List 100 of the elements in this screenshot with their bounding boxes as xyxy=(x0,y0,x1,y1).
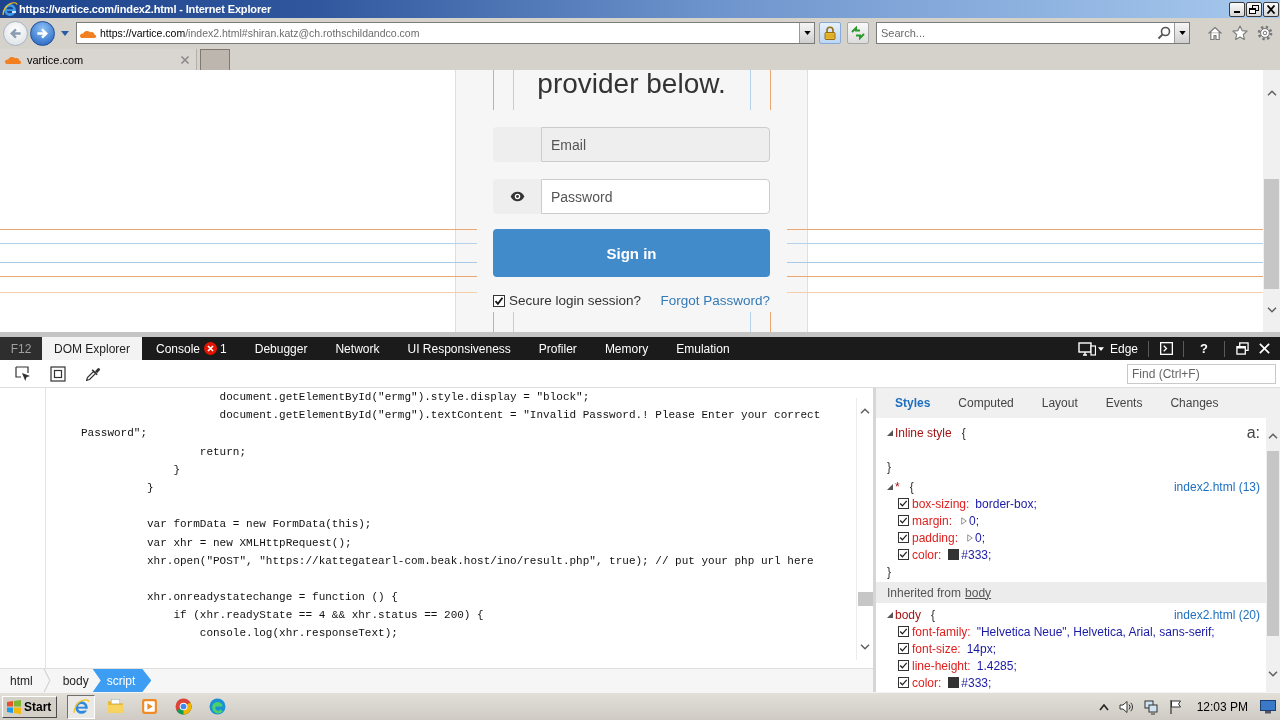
styles-pane-tab[interactable]: Styles xyxy=(881,396,945,410)
css-value: 1.4285; xyxy=(976,658,1017,673)
pseudo-class-toggle-button[interactable]: a: xyxy=(1246,423,1260,442)
scrollbar-thumb[interactable] xyxy=(1264,179,1279,289)
compatibility-button[interactable] xyxy=(847,22,869,44)
close-icon xyxy=(1266,4,1276,14)
error-icon xyxy=(204,342,218,355)
source-link[interactable]: index2.html (20) xyxy=(1173,607,1260,622)
email-field[interactable]: Email xyxy=(541,127,770,162)
checkbox[interactable] xyxy=(898,677,909,688)
checkbox[interactable] xyxy=(898,532,909,543)
search-icon[interactable] xyxy=(1157,26,1171,40)
scrollbar[interactable] xyxy=(1266,418,1280,692)
address-dropdown-button[interactable] xyxy=(799,23,814,43)
css-value: 0; xyxy=(969,513,980,528)
checkbox[interactable] xyxy=(898,498,909,509)
settings-icon[interactable] xyxy=(1257,25,1273,41)
restore-icon xyxy=(1235,342,1249,355)
scrollbar-thumb[interactable] xyxy=(1267,451,1279,636)
address-field[interactable]: https://vartice.com/index2.html#shiran.katz@ch.rothschildandco.com xyxy=(76,22,815,44)
back-button[interactable] xyxy=(3,20,28,46)
source-link[interactable]: index2.html (13) xyxy=(1173,479,1260,494)
close-button[interactable] xyxy=(1263,1,1279,17)
css-property: margin: xyxy=(912,513,952,528)
devtools-tab[interactable]: UI Responsiveness xyxy=(393,337,525,360)
e-logo-icon xyxy=(72,698,90,715)
restore-button[interactable] xyxy=(1246,1,1262,17)
devtools-tab[interactable]: Network xyxy=(321,337,394,360)
sign-in-button[interactable]: Sign in xyxy=(493,229,770,277)
document-mode-button[interactable]: Edge xyxy=(1073,337,1142,360)
chevron-up-icon[interactable] xyxy=(860,408,870,414)
devtools-tab[interactable]: Debugger xyxy=(240,337,322,360)
flag-icon[interactable] xyxy=(1167,698,1184,715)
wave-logo-icon xyxy=(208,698,226,715)
monitor-icon xyxy=(1077,341,1096,356)
expand-triangle-icon[interactable] xyxy=(887,611,893,618)
media-player-icon xyxy=(140,698,158,715)
search-dropdown-button[interactable] xyxy=(1174,23,1189,43)
styles-pane-tab[interactable]: Changes xyxy=(1156,396,1233,410)
checkbox-label: Secure login session? xyxy=(509,293,642,308)
input-addon xyxy=(493,127,541,162)
devtools-tab[interactable]: DOM Explorer xyxy=(42,337,142,360)
network-icon[interactable] xyxy=(1142,698,1159,715)
start-button[interactable]: Start xyxy=(2,695,58,718)
eyedropper-icon[interactable] xyxy=(85,365,101,382)
chevron-down-icon[interactable] xyxy=(860,644,870,650)
expand-triangle-icon[interactable] xyxy=(887,483,893,490)
color-swatch-icon[interactable] xyxy=(948,677,960,688)
css-value: #333; xyxy=(961,547,992,562)
forgot-password-link[interactable]: Forgot Password? xyxy=(660,293,770,308)
chevron-down-icon[interactable] xyxy=(1266,307,1277,313)
scrollbar[interactable] xyxy=(1263,70,1280,332)
element-link[interactable]: body xyxy=(965,585,992,600)
css-property: color: xyxy=(912,675,942,690)
scrollbar-thumb[interactable] xyxy=(857,592,873,606)
checkbox[interactable] xyxy=(493,294,505,307)
checkbox[interactable] xyxy=(898,643,909,654)
console-icon xyxy=(1159,342,1173,355)
css-property: line-height: xyxy=(912,658,971,673)
breadcrumb[interactable]: html xyxy=(6,669,37,692)
chevron-down-icon[interactable] xyxy=(1268,671,1278,677)
browser-tab[interactable]: vartice.com xyxy=(0,49,197,70)
styles-pane-tab[interactable]: Computed xyxy=(944,396,1028,410)
star-icon[interactable] xyxy=(1232,25,1248,41)
expand-triangle-icon[interactable] xyxy=(887,429,893,436)
breadcrumb[interactable]: body xyxy=(58,669,93,692)
checkbox[interactable] xyxy=(898,660,909,671)
forward-button[interactable] xyxy=(30,20,55,46)
devtools-tab[interactable]: Console 1 xyxy=(142,337,241,360)
search-field[interactable]: Search... xyxy=(876,22,1190,44)
speaker-icon[interactable] xyxy=(1117,698,1134,715)
eye-icon[interactable] xyxy=(509,191,525,202)
select-element-icon[interactable] xyxy=(15,365,31,382)
security-lock-button[interactable] xyxy=(819,22,841,44)
expand-arrow-icon[interactable] xyxy=(961,516,967,525)
styles-pane-tab[interactable]: Events xyxy=(1091,396,1157,410)
find-field[interactable]: Find (Ctrl+F) xyxy=(1127,363,1276,384)
expand-arrow-icon[interactable] xyxy=(967,533,974,542)
css-property: box-sizing: xyxy=(912,496,970,511)
color-swatch-icon[interactable] xyxy=(948,549,960,560)
checkbox[interactable] xyxy=(898,549,909,560)
taskbar-button[interactable] xyxy=(67,694,96,719)
devtools-tab[interactable]: Memory xyxy=(590,337,663,360)
checkbox[interactable] xyxy=(898,515,909,526)
clock: 12:03 PM xyxy=(1196,699,1248,714)
password-field[interactable]: Password xyxy=(541,179,770,214)
home-icon[interactable] xyxy=(1207,25,1223,41)
devtools-tab[interactable]: Emulation xyxy=(662,337,744,360)
cloud-icon xyxy=(80,28,96,38)
minimize-button[interactable] xyxy=(1229,1,1245,17)
devtools-tab[interactable]: Profiler xyxy=(524,337,591,360)
show-desktop-icon[interactable] xyxy=(1260,699,1276,714)
square-icon[interactable] xyxy=(50,365,66,382)
chevron-up-icon[interactable] xyxy=(1268,433,1278,439)
chevron-up-icon[interactable] xyxy=(1098,702,1109,711)
chevron-up-icon[interactable] xyxy=(1266,90,1277,96)
checkbox[interactable] xyxy=(898,626,909,637)
styles-pane-tab[interactable]: Layout xyxy=(1027,396,1092,410)
login-heading: provider below. xyxy=(536,70,727,98)
help-button[interactable]: ? xyxy=(1193,337,1215,360)
